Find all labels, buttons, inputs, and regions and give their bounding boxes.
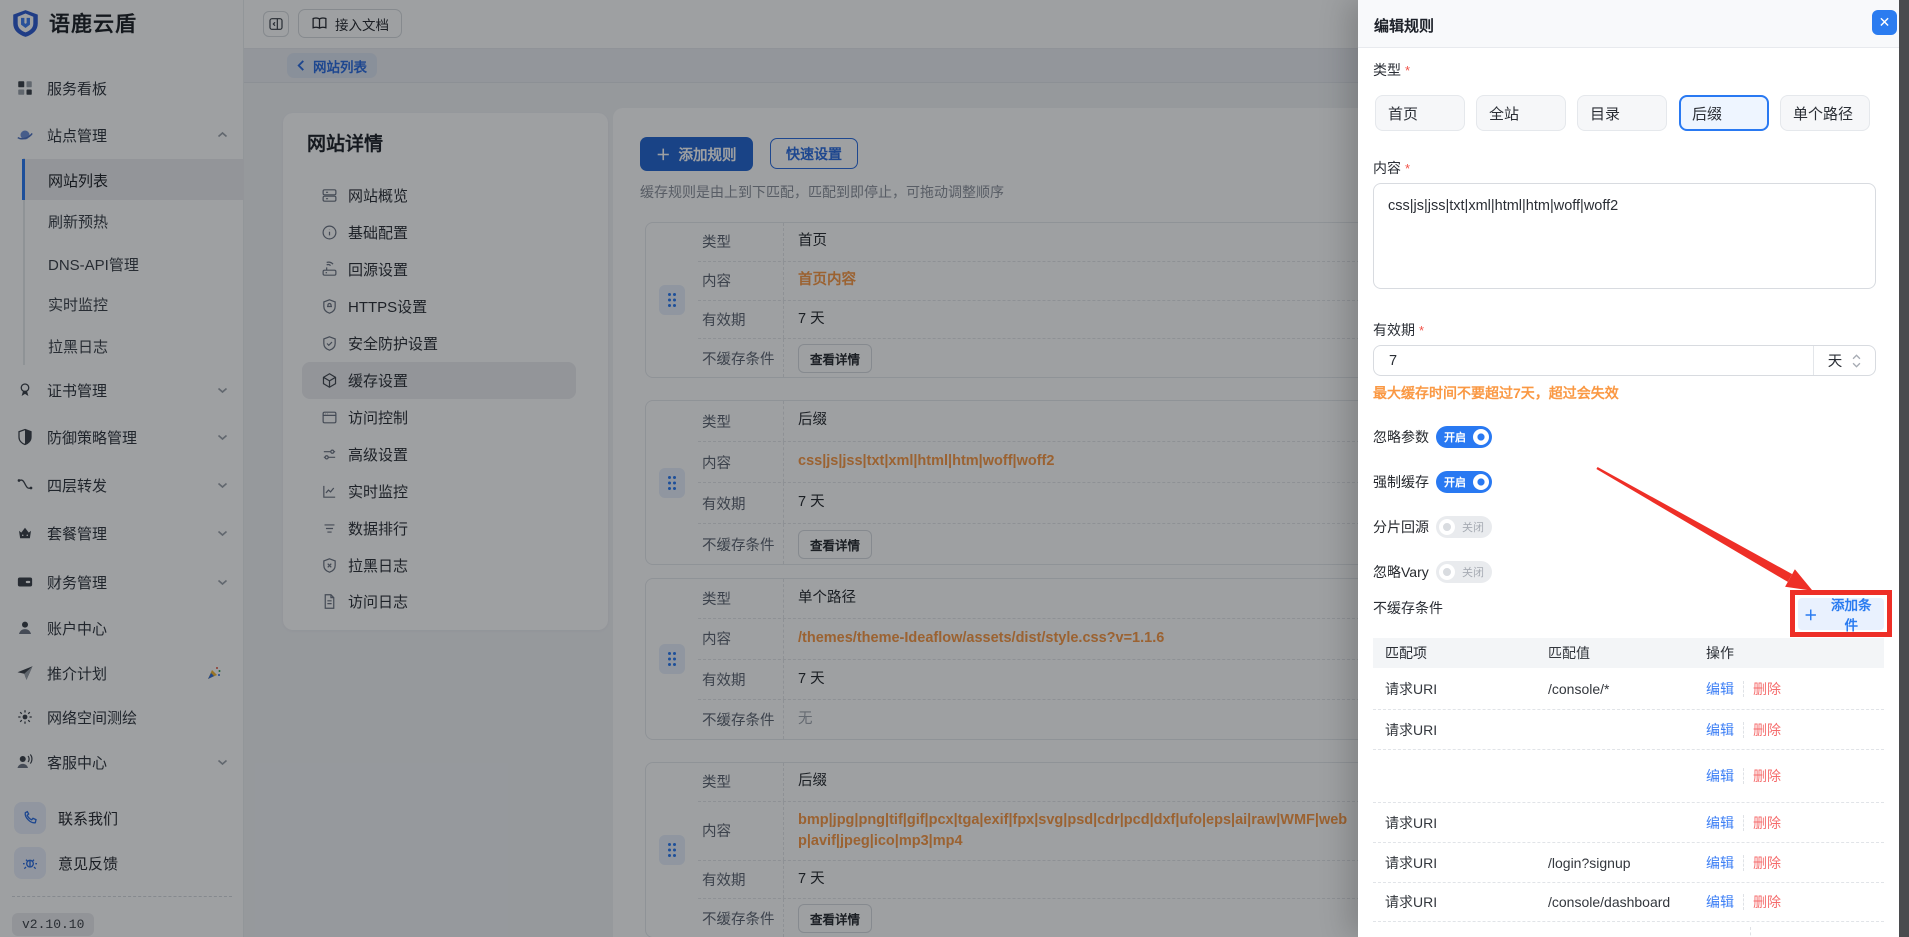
page-scrollbar[interactable] (1899, 0, 1909, 937)
header-action: 操作 (1706, 643, 1734, 663)
type-field-label: 类型 (1373, 60, 1410, 80)
ttl-warning: 最大缓存时间不要超过7天，超过会失效 (1373, 383, 1619, 403)
type-option-suffix-selected[interactable]: 后缀 (1679, 95, 1769, 131)
condition-row (1373, 922, 1884, 937)
force-cache-toggle[interactable]: 开启 (1436, 471, 1492, 493)
close-drawer-button[interactable]: ✕ (1872, 10, 1897, 35)
ignore-params-toggle[interactable]: 开启 (1436, 426, 1492, 448)
delete-link[interactable]: 删除 (1753, 892, 1781, 912)
content-textarea[interactable]: css|js|jss|txt|xml|html|htm|woff|woff2 (1373, 183, 1876, 289)
delete-link[interactable]: 删除 (1753, 766, 1781, 786)
delete-link[interactable]: 删除 (1753, 720, 1781, 740)
content-field-label: 内容 (1373, 158, 1410, 178)
type-option-single-path[interactable]: 单个路径 (1780, 95, 1870, 131)
drawer-header: 编辑规则 ✕ (1358, 0, 1909, 48)
header-match-item: 匹配项 (1373, 643, 1548, 663)
conditions-table-header: 匹配项 匹配值 操作 (1373, 638, 1884, 668)
condition-row: 请求URI 编辑 删除 (1373, 710, 1884, 750)
toggle-label: 忽略Vary (1373, 562, 1436, 582)
no-cache-conditions-label: 不缓存条件 (1373, 598, 1443, 618)
condition-row: 编辑 删除 (1373, 750, 1884, 803)
edit-link[interactable]: 编辑 (1706, 720, 1734, 740)
edit-link[interactable]: 编辑 (1706, 892, 1734, 912)
type-option-whole-site[interactable]: 全站 (1476, 95, 1566, 131)
edit-link[interactable]: 编辑 (1706, 813, 1734, 833)
plus-icon: ＋ (1804, 604, 1818, 624)
stepper-icon[interactable] (1852, 354, 1861, 368)
drawer-mask[interactable] (0, 0, 1358, 937)
type-option-homepage[interactable]: 首页 (1375, 95, 1465, 131)
delete-link[interactable]: 删除 (1753, 679, 1781, 699)
toggle-row-slice-origin: 分片回源 关闭 (1373, 516, 1492, 538)
edit-rule-drawer: 编辑规则 ✕ 类型 首页 全站 目录 后缀 单个路径 内容 css|js|jss… (1358, 0, 1909, 937)
delete-link[interactable]: 删除 (1753, 853, 1781, 873)
condition-row: 请求URI /console/* 编辑 删除 (1373, 668, 1884, 710)
edit-link[interactable]: 编辑 (1706, 766, 1734, 786)
add-condition-label: 添加条件 (1825, 594, 1879, 634)
condition-row: 请求URI 编辑 删除 (1373, 803, 1884, 843)
condition-row: 请求URI /login?signup 编辑 删除 (1373, 843, 1884, 883)
ignore-vary-toggle[interactable]: 关闭 (1436, 561, 1492, 583)
toggle-label: 分片回源 (1373, 517, 1436, 537)
close-icon: ✕ (1879, 14, 1891, 31)
edit-link[interactable]: 编辑 (1706, 853, 1734, 873)
delete-link[interactable]: 删除 (1753, 813, 1781, 833)
drawer-title: 编辑规则 (1374, 15, 1434, 36)
toggle-row-force-cache: 强制缓存 开启 (1373, 471, 1492, 493)
edit-link[interactable]: 编辑 (1706, 679, 1734, 699)
type-option-directory[interactable]: 目录 (1577, 95, 1667, 131)
ttl-input[interactable]: 7 天 (1373, 345, 1876, 376)
toggle-row-ignore-params: 忽略参数 开启 (1373, 426, 1492, 448)
toggle-label: 强制缓存 (1373, 472, 1436, 492)
slice-origin-toggle[interactable]: 关闭 (1436, 516, 1492, 538)
condition-row: 请求URI /console/dashboard 编辑 删除 (1373, 883, 1884, 922)
toggle-label: 忽略参数 (1373, 427, 1436, 447)
ttl-field-label: 有效期 (1373, 320, 1424, 340)
add-condition-button[interactable]: ＋ 添加条件 (1798, 598, 1884, 630)
ttl-unit-label: 天 (1828, 350, 1843, 371)
app-screen: 语鹿云盾 服务看板 站点管理 网站列表 刷新预热 DNS-API管理 实时监控 … (0, 0, 1909, 937)
toggle-row-ignore-vary: 忽略Vary 关闭 (1373, 561, 1492, 583)
header-match-value: 匹配值 (1548, 643, 1706, 663)
ttl-value[interactable]: 7 (1374, 353, 1813, 369)
